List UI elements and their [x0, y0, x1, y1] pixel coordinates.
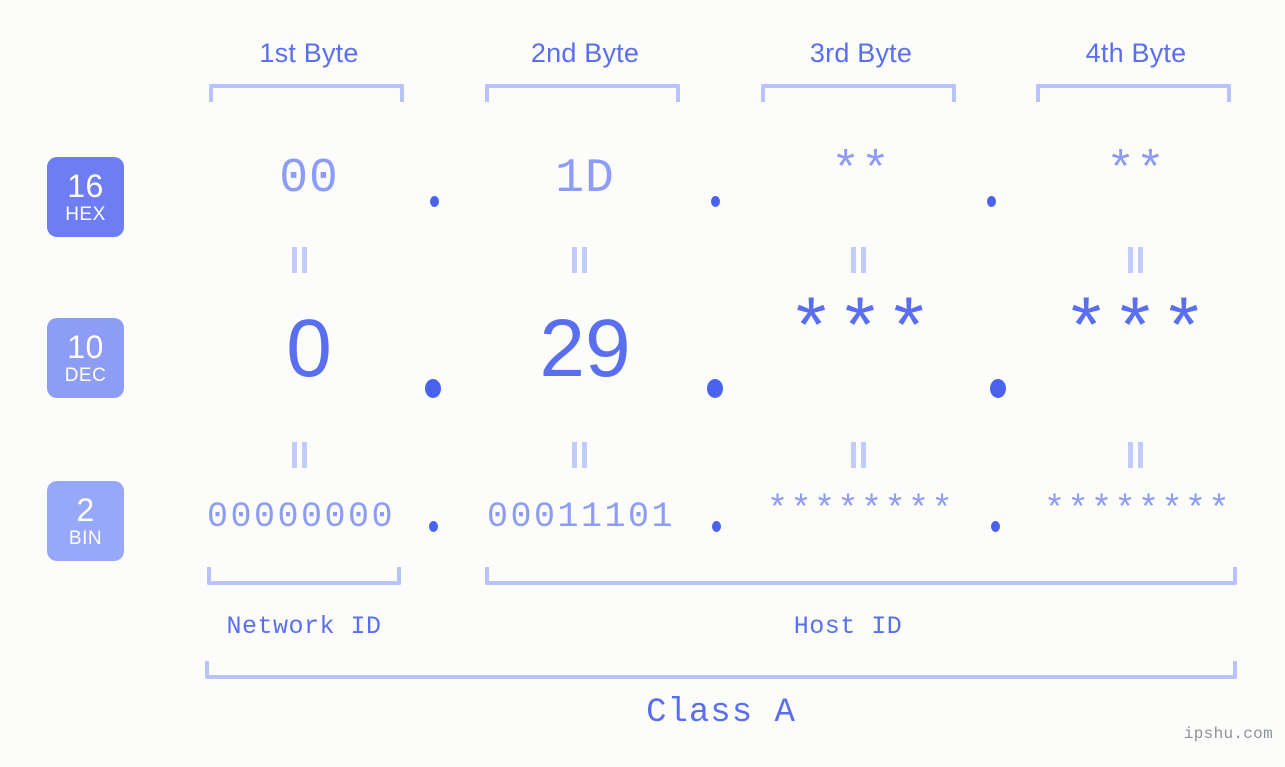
host-id-bracket — [485, 567, 1237, 585]
hex-byte-3-value: ** — [831, 145, 891, 199]
byte-header-1: 1st Byte — [259, 38, 359, 68]
hex-byte-4-value: ** — [1106, 145, 1166, 199]
equals-mark-hex-dec-1 — [292, 247, 308, 273]
base-badge-bin[interactable]: 2 BIN — [47, 481, 124, 561]
class-bracket — [205, 661, 1237, 679]
byte-bracket-top-4 — [1036, 84, 1231, 102]
byte-header-2: 2nd Byte — [530, 38, 640, 68]
dec-byte-1-value: 0 — [286, 303, 332, 394]
hex-byte-2-value: 1D — [555, 152, 615, 206]
class-label: Class A — [646, 694, 796, 732]
equals-mark-dec-bin-1 — [292, 442, 308, 468]
base-badge-dec-label: DEC — [64, 365, 107, 386]
bin-byte-1-value: 00000000 — [206, 497, 396, 537]
equals-mark-dec-bin-4 — [1128, 442, 1144, 468]
equals-mark-dec-bin-2 — [572, 442, 588, 468]
base-badge-bin-number: 2 — [76, 492, 95, 528]
base-badge-bin-label: BIN — [68, 528, 103, 549]
network-id-label: Network ID — [226, 612, 382, 641]
byte-bracket-top-2 — [485, 84, 680, 102]
equals-mark-dec-bin-3 — [851, 442, 867, 468]
ip-breakdown-diagram: 1st Byte 2nd Byte 3rd Byte 4th Byte 16 H… — [0, 0, 1285, 767]
hex-byte-1-value: 00 — [279, 152, 339, 206]
equals-mark-hex-dec-2 — [572, 247, 588, 273]
equals-mark-hex-dec-3 — [851, 247, 867, 273]
bin-byte-2-value: 00011101 — [486, 497, 676, 537]
byte-bracket-top-1 — [209, 84, 404, 102]
dec-byte-4-value: *** — [1062, 290, 1210, 378]
dec-byte-2-value: 29 — [539, 303, 631, 394]
base-badge-dec[interactable]: 10 DEC — [47, 318, 124, 398]
hex-separator-dot-3 — [987, 196, 996, 207]
base-badge-hex-label: HEX — [65, 204, 106, 225]
base-badge-hex-number: 16 — [67, 168, 104, 204]
host-id-label: Host ID — [793, 612, 903, 641]
bin-separator-dot-1 — [429, 521, 438, 532]
dec-byte-3-value: *** — [787, 290, 935, 378]
byte-header-3: 3rd Byte — [809, 38, 913, 68]
dec-separator-dot-1 — [425, 379, 441, 398]
base-badge-hex[interactable]: 16 HEX — [47, 157, 124, 237]
equals-mark-hex-dec-4 — [1128, 247, 1144, 273]
dec-separator-dot-2 — [707, 379, 723, 398]
hex-separator-dot-1 — [430, 196, 439, 207]
dec-separator-dot-3 — [990, 379, 1006, 398]
site-watermark: ipshu.com — [1183, 725, 1273, 743]
base-badge-dec-number: 10 — [67, 329, 104, 365]
bin-byte-4-value: ******** — [1043, 490, 1233, 530]
byte-header-4: 4th Byte — [1085, 38, 1187, 68]
bin-separator-dot-2 — [712, 521, 721, 532]
hex-separator-dot-2 — [711, 196, 720, 207]
bin-byte-3-value: ******** — [766, 490, 956, 530]
byte-bracket-top-3 — [761, 84, 956, 102]
bin-separator-dot-3 — [991, 521, 1000, 532]
network-id-bracket — [207, 567, 401, 585]
